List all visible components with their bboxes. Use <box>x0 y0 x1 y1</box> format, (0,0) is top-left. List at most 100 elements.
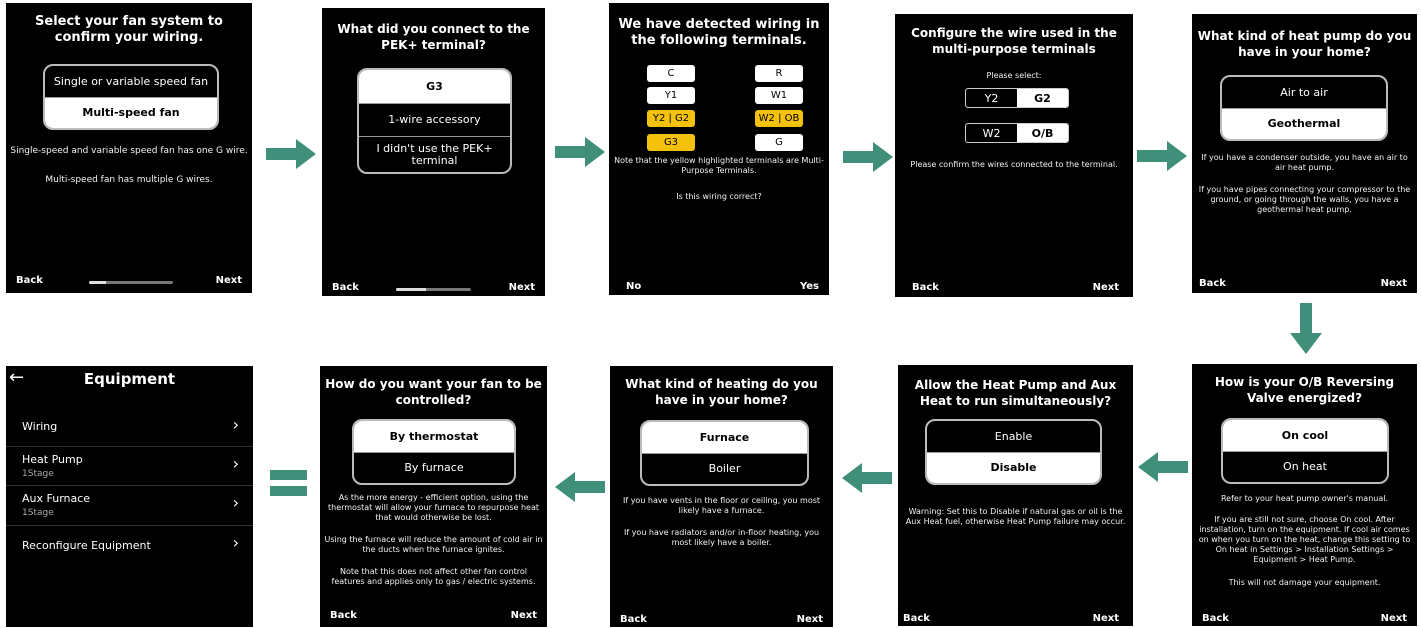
page-title: What kind of heat pump do you have in yo… <box>1197 29 1412 59</box>
arrow-icon <box>843 142 893 172</box>
progress-bar <box>396 288 471 291</box>
warning-text: Warning: Set this to Disable if natural … <box>905 507 1126 526</box>
chevron-right-icon: › <box>232 454 239 473</box>
segment-option-y2[interactable]: Y2 <box>966 89 1017 107</box>
next-button[interactable]: Next <box>1381 278 1407 289</box>
arrow-icon <box>555 472 605 502</box>
option-air-to-air[interactable]: Air to air <box>1222 77 1386 108</box>
menu-item-wiring[interactable]: Wiring › <box>6 408 253 446</box>
segment-option-g2[interactable]: G2 <box>1017 89 1068 107</box>
menu-item-label: Wiring <box>22 420 58 433</box>
info-text: Note that this does not affect other fan… <box>331 567 536 586</box>
menu-item-aux-furnace[interactable]: Aux Furnace 1Stage › <box>6 485 253 526</box>
info-text: If you have radiators and/or in-floor he… <box>623 528 820 547</box>
option-enable[interactable]: Enable <box>927 421 1100 452</box>
screen-multi-purpose-config: Configure the wire used in the multi-pur… <box>895 14 1133 297</box>
chevron-right-icon: › <box>232 493 239 512</box>
chevron-right-icon: › <box>232 415 239 434</box>
option-disable[interactable]: Disable <box>927 452 1100 483</box>
question-text: Is this wiring correct? <box>676 192 762 201</box>
menu-item-value: 1Stage <box>22 508 54 518</box>
page-title: We have detected wiring in the following… <box>618 17 820 48</box>
back-button[interactable]: Back <box>912 282 939 293</box>
option-did-not-use-pek[interactable]: I didn't use the PEK+ terminal <box>359 136 510 172</box>
menu-item-label: Reconfigure Equipment <box>22 539 151 552</box>
arrow-icon <box>555 137 605 167</box>
info-text: Multi-speed fan has multiple G wires. <box>45 175 213 185</box>
option-multi-speed-fan[interactable]: Multi-speed fan <box>45 97 217 128</box>
info-text: This will not damage your equipment. <box>1228 578 1381 587</box>
screen-detected-wiring: We have detected wiring in the following… <box>609 3 829 295</box>
info-text: As the more energy - efficient option, u… <box>327 493 540 522</box>
screen-equipment-menu: ← Equipment Wiring › Heat Pump 1Stage › … <box>6 366 253 627</box>
terminal-g3: G3 <box>647 134 695 151</box>
menu-item-heat-pump[interactable]: Heat Pump 1Stage › <box>6 446 253 486</box>
menu-item-value: 1Stage <box>22 469 54 479</box>
simultaneous-options: Enable Disable <box>925 419 1102 485</box>
equals-icon <box>270 470 307 496</box>
back-button[interactable]: Back <box>16 275 43 286</box>
back-button[interactable]: Back <box>332 282 359 293</box>
terminal-w1: W1 <box>755 87 803 104</box>
info-text: If you have pipes connecting your compre… <box>1198 185 1411 214</box>
arrow-icon <box>842 463 892 493</box>
option-boiler[interactable]: Boiler <box>642 453 807 484</box>
prompt-text: Please select: <box>986 71 1042 80</box>
back-button[interactable]: Back <box>1202 613 1229 624</box>
screen-simultaneous-heat: Allow the Heat Pump and Aux Heat to run … <box>898 365 1133 626</box>
page-title: How do you want your fan to be controlle… <box>325 377 542 407</box>
page-title: Equipment <box>83 370 176 388</box>
page-title: How is your O/B Reversing Valve energize… <box>1214 375 1395 405</box>
terminal-c: C <box>647 65 695 82</box>
arrow-icon <box>266 139 316 169</box>
segment-y2-g2[interactable]: Y2 G2 <box>965 88 1069 108</box>
next-button[interactable]: Next <box>1381 613 1407 624</box>
page-title: Allow the Heat Pump and Aux Heat to run … <box>914 378 1117 408</box>
next-button[interactable]: Next <box>1093 282 1119 293</box>
info-text: Refer to your heat pump owner's manual. <box>1220 494 1389 503</box>
option-by-furnace[interactable]: By furnace <box>354 452 514 483</box>
back-button[interactable]: Back <box>620 614 647 625</box>
next-button[interactable]: Next <box>509 282 535 293</box>
back-button[interactable]: Back <box>903 613 930 624</box>
screen-pek-terminal: What did you connect to the PEK+ termina… <box>322 8 545 296</box>
option-geothermal[interactable]: Geothermal <box>1222 108 1386 139</box>
info-text: Using the furnace will reduce the amount… <box>324 535 543 554</box>
chevron-right-icon: › <box>232 533 239 552</box>
terminal-g: G <box>755 134 803 151</box>
heating-options: Furnace Boiler <box>640 420 809 486</box>
info-text: Please confirm the wires connected to th… <box>910 160 1118 169</box>
page-title: Configure the wire used in the multi-pur… <box>911 26 1117 56</box>
next-button[interactable]: Next <box>511 610 537 621</box>
back-button[interactable]: Back <box>330 610 357 621</box>
option-on-heat[interactable]: On heat <box>1223 451 1387 482</box>
menu-item-reconfigure[interactable]: Reconfigure Equipment › <box>6 525 253 566</box>
segment-option-w2[interactable]: W2 <box>966 124 1017 142</box>
pek-options: G3 1-wire accessory I didn't use the PEK… <box>357 68 512 174</box>
yes-button[interactable]: Yes <box>800 281 819 292</box>
option-on-cool[interactable]: On cool <box>1223 420 1387 451</box>
terminal-y2-g2: Y2 | G2 <box>647 110 695 127</box>
menu-item-label: Aux Furnace <box>22 492 91 505</box>
next-button[interactable]: Next <box>216 275 242 286</box>
segment-w2-ob[interactable]: W2 O/B <box>965 123 1069 143</box>
note-text: Note that the yellow highlighted termina… <box>614 156 824 175</box>
option-single-variable-fan[interactable]: Single or variable speed fan <box>45 66 217 97</box>
screen-heat-pump-type: What kind of heat pump do you have in yo… <box>1192 14 1417 293</box>
ob-options: On cool On heat <box>1221 418 1389 484</box>
arrow-icon <box>1137 141 1187 171</box>
no-button[interactable]: No <box>626 281 641 292</box>
screen-fan-system: Select your fan system to confirm your w… <box>6 3 252 293</box>
menu-item-label: Heat Pump <box>22 453 83 466</box>
terminal-r: R <box>755 65 803 82</box>
option-furnace[interactable]: Furnace <box>642 422 807 453</box>
next-button[interactable]: Next <box>797 614 823 625</box>
progress-bar <box>89 281 173 284</box>
option-g3[interactable]: G3 <box>359 70 510 103</box>
next-button[interactable]: Next <box>1093 613 1119 624</box>
screen-fan-control: How do you want your fan to be controlle… <box>320 366 547 627</box>
segment-option-ob[interactable]: O/B <box>1017 124 1068 142</box>
back-button[interactable]: Back <box>1199 278 1226 289</box>
option-by-thermostat[interactable]: By thermostat <box>354 421 514 452</box>
option-1-wire-accessory[interactable]: 1-wire accessory <box>359 103 510 136</box>
